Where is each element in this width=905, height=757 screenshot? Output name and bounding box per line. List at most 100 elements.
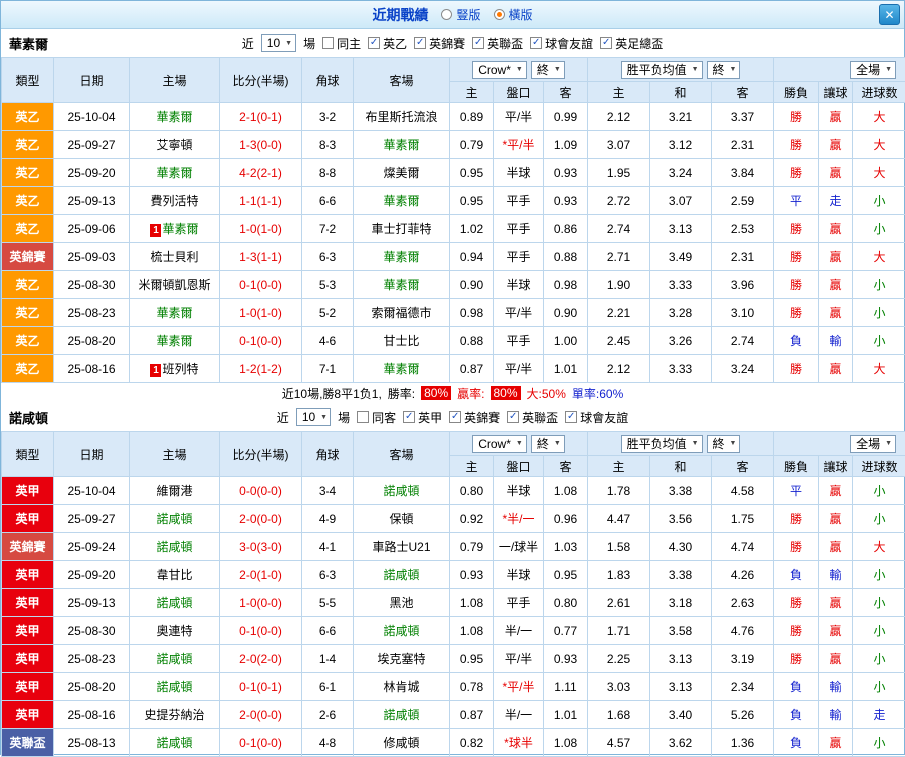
- titlebar: 近期戰績 豎版 橫版 ✕: [1, 1, 904, 29]
- odds-source-select[interactable]: Crow*▼: [472, 435, 527, 453]
- filter-checkbox-球會友誼[interactable]: ✓球會友誼: [530, 35, 593, 52]
- league-type: 英乙: [2, 159, 54, 187]
- handicap-result: 贏: [819, 589, 853, 617]
- checkbox-label: 同主: [337, 35, 361, 52]
- checkbox-icon[interactable]: ✓: [368, 37, 380, 49]
- filter-checkbox-英錦賽[interactable]: ✓英錦賽: [449, 409, 500, 426]
- handicap-result: 贏: [819, 533, 853, 561]
- checkbox-icon[interactable]: ✓: [403, 411, 415, 423]
- match-row: 英乙25-08-20華素爾0-1(0-0)4-6甘士比0.88平手1.002.4…: [2, 327, 905, 355]
- layout-radio-vertical[interactable]: 豎版: [441, 6, 480, 23]
- away-team-name: 諾咸頓: [383, 624, 419, 638]
- odds-final-select[interactable]: 終▼: [531, 61, 565, 79]
- checkbox-icon[interactable]: ✓: [414, 37, 426, 49]
- avg-away: 1.75: [712, 505, 774, 533]
- chevron-down-icon: ▼: [516, 66, 523, 73]
- goals-result: 小: [853, 645, 905, 673]
- handicap-result: 輸: [819, 561, 853, 589]
- match-date: 25-10-04: [54, 103, 130, 131]
- handicap: 平手: [494, 327, 544, 355]
- avg-home: 1.78: [588, 477, 650, 505]
- handicap: *半/一: [494, 505, 544, 533]
- games-count-select[interactable]: 10▼: [261, 34, 296, 52]
- radio-selected-icon[interactable]: [494, 9, 505, 20]
- match-row: 英甲25-08-20諾咸頓0-1(0-1)6-1林肯城0.78*平/半1.113…: [2, 673, 905, 701]
- select-value: 全場: [856, 64, 880, 76]
- match-row: 英甲25-09-13諾咸頓1-0(0-0)5-5黑池1.08平手0.802.61…: [2, 589, 905, 617]
- filter-checkbox-同主[interactable]: 同主: [322, 35, 361, 52]
- chevron-down-icon: ▼: [285, 40, 292, 47]
- team-section: 諾咸頓近10▼場同客✓英甲✓英錦賽✓英聯盃✓球會友誼類型日期主場比分(半場)角球…: [1, 403, 904, 757]
- sub-col-header: 主: [450, 82, 494, 103]
- results-table: 類型日期主場比分(半場)角球客場Crow*▼終▼胜平负均值▼終▼全場▼主盤口客主…: [1, 57, 905, 383]
- avg-draw: 3.24: [650, 159, 712, 187]
- home-team: 諾咸頓: [130, 729, 220, 757]
- handicap: 半球: [494, 271, 544, 299]
- checkbox-icon[interactable]: ✓: [600, 37, 612, 49]
- checkbox-icon[interactable]: ✓: [507, 411, 519, 423]
- avg-type-select[interactable]: 胜平负均值▼: [621, 435, 703, 453]
- win-rate-value: 80%: [421, 386, 451, 400]
- league-type: 英甲: [2, 477, 54, 505]
- filter-checkbox-英聯盃[interactable]: ✓英聯盃: [507, 409, 558, 426]
- odds-away: 0.80: [544, 589, 588, 617]
- layout-radio-horizontal[interactable]: 橫版: [494, 6, 533, 23]
- col-header: 角球: [302, 432, 354, 477]
- filter-checkbox-英乙[interactable]: ✓英乙: [368, 35, 407, 52]
- goals-result: 小: [853, 617, 905, 645]
- avg-home: 2.45: [588, 327, 650, 355]
- odds-source-select[interactable]: Crow*▼: [472, 61, 527, 79]
- avg-away: 3.37: [712, 103, 774, 131]
- league-type: 英甲: [2, 701, 54, 729]
- score: 2-1(0-1): [220, 103, 302, 131]
- goals-result: 小: [853, 505, 905, 533]
- checkbox-icon[interactable]: ✓: [565, 411, 577, 423]
- close-icon[interactable]: ✕: [879, 4, 900, 25]
- avg-final-select[interactable]: 終▼: [707, 61, 741, 79]
- avg-away: 2.31: [712, 243, 774, 271]
- away-team-name: 布里斯托流浪: [365, 110, 437, 124]
- checkbox-icon[interactable]: ✓: [449, 411, 461, 423]
- away-team-name: 車路士U21: [372, 540, 430, 554]
- filter-checkbox-英足總盃[interactable]: ✓英足總盃: [600, 35, 663, 52]
- home-team: 維爾港: [130, 477, 220, 505]
- goals-result: 大: [853, 533, 905, 561]
- score: 1-0(1-0): [220, 299, 302, 327]
- avg-home: 3.03: [588, 673, 650, 701]
- score: 0-1(0-0): [220, 729, 302, 757]
- scope-select[interactable]: 全場▼: [850, 61, 896, 79]
- avg-final-select[interactable]: 終▼: [707, 435, 741, 453]
- match-row: 英乙25-08-23華素爾1-0(1-0)5-2索爾福德市0.98平/半0.90…: [2, 299, 905, 327]
- away-team-name: 華素爾: [383, 250, 419, 264]
- checkbox-icon[interactable]: ✓: [472, 37, 484, 49]
- odds-final-select[interactable]: 終▼: [531, 435, 565, 453]
- red-card-badge: 1: [150, 224, 161, 237]
- filter-checkbox-英甲[interactable]: ✓英甲: [403, 409, 442, 426]
- avg-type-select[interactable]: 胜平负均值▼: [621, 61, 703, 79]
- match-row: 英乙25-08-30米爾頓凱恩斯0-1(0-0)5-3華素爾0.90半球0.98…: [2, 271, 905, 299]
- filter-checkbox-球會友誼[interactable]: ✓球會友誼: [565, 409, 628, 426]
- score: 2-0(2-0): [220, 645, 302, 673]
- checkbox-icon[interactable]: ✓: [530, 37, 542, 49]
- avg-away: 4.76: [712, 617, 774, 645]
- home-team: 華素爾: [130, 103, 220, 131]
- games-count-select[interactable]: 10▼: [296, 408, 331, 426]
- home-team-name: 艾寧頓: [156, 138, 192, 152]
- handicap-result: 輸: [819, 327, 853, 355]
- goals-result: 大: [853, 243, 905, 271]
- match-result: 平: [774, 187, 819, 215]
- select-value: 終: [537, 64, 549, 76]
- avg-home: 2.72: [588, 187, 650, 215]
- radio-unselected-icon[interactable]: [441, 9, 452, 20]
- league-type: 英乙: [2, 187, 54, 215]
- checkbox-icon[interactable]: [357, 411, 369, 423]
- sub-col-header: 客: [544, 82, 588, 103]
- away-team-name: 林肯城: [383, 680, 419, 694]
- filter-checkbox-英聯盃[interactable]: ✓英聯盃: [472, 35, 523, 52]
- scope-select[interactable]: 全場▼: [850, 435, 896, 453]
- checkbox-icon[interactable]: [322, 37, 334, 49]
- filter-checkbox-英錦賽[interactable]: ✓英錦賽: [414, 35, 465, 52]
- filter-checkbox-同客[interactable]: 同客: [357, 409, 396, 426]
- match-result: 勝: [774, 589, 819, 617]
- red-card-badge: 1: [150, 364, 161, 377]
